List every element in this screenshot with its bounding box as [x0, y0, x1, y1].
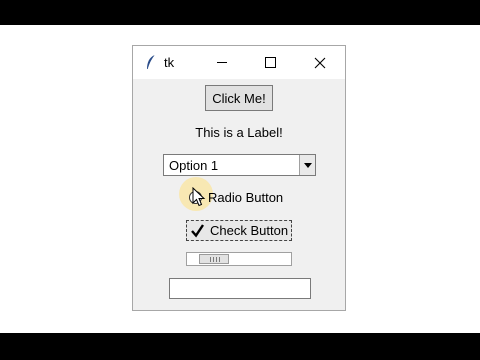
check-button[interactable]: Check Button	[186, 220, 292, 241]
bottom-letterbox-bar	[0, 333, 480, 360]
checkmark-icon[interactable]	[189, 223, 205, 239]
maximize-button[interactable]	[247, 46, 293, 79]
feather-icon	[147, 54, 156, 70]
minimize-icon	[217, 62, 227, 63]
maximize-icon	[264, 57, 276, 68]
grip-line	[212, 257, 214, 262]
radio-label: Radio Button	[208, 189, 284, 205]
option-combobox[interactable]: Option 1	[163, 154, 316, 176]
grip-line	[218, 257, 220, 262]
dropdown-arrow-button[interactable]	[299, 155, 315, 175]
scale-slider-handle[interactable]	[198, 254, 229, 264]
mouse-pointer-icon	[192, 187, 206, 207]
horizontal-scale[interactable]	[186, 252, 292, 266]
top-letterbox-bar	[0, 0, 480, 25]
text-entry[interactable]	[169, 278, 311, 299]
tk-window: tk Click Me! This is a Label! Option 1 R…	[132, 45, 346, 311]
desktop-background: tk Click Me! This is a Label! Option 1 R…	[0, 25, 480, 333]
grip-line	[215, 257, 217, 262]
close-button[interactable]	[297, 46, 343, 79]
grip-line	[209, 257, 211, 262]
checkmark-glyph-icon	[190, 224, 204, 238]
minimize-button[interactable]	[199, 46, 245, 79]
title-bar[interactable]: tk	[133, 46, 345, 79]
chevron-down-icon	[303, 162, 312, 168]
close-icon	[314, 57, 326, 68]
check-label: Check Button	[210, 223, 289, 238]
combobox-value: Option 1	[169, 158, 219, 173]
window-title: tk	[164, 55, 175, 70]
click-me-button[interactable]: Click Me!	[205, 85, 273, 111]
info-label: This is a Label!	[195, 125, 283, 140]
